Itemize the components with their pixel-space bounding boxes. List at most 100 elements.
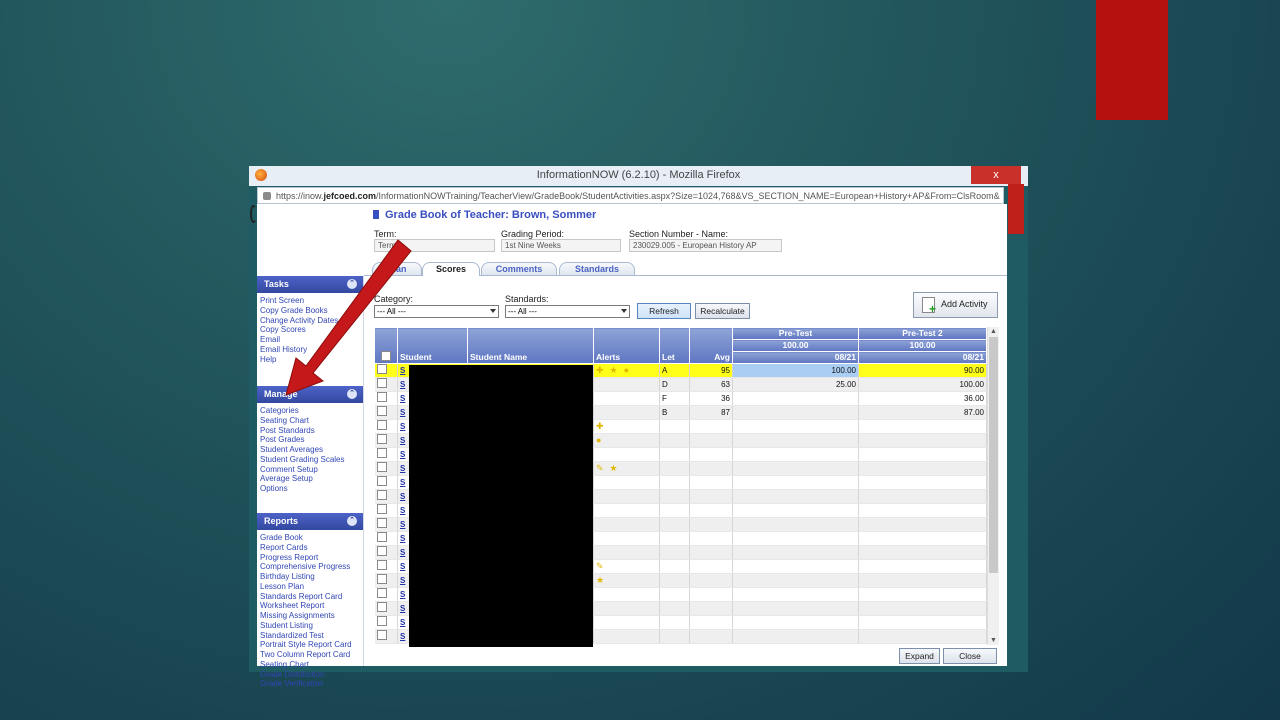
score-cell-pretest[interactable] xyxy=(732,545,859,560)
sidebar-item-grade-book[interactable]: Grade Book xyxy=(260,533,363,543)
score-cell-pretest[interactable]: 25.00 xyxy=(732,377,859,392)
window-close-button[interactable]: x xyxy=(971,166,1021,184)
sidebar-item-student-averages[interactable]: Student Averages xyxy=(260,445,363,455)
score-cell-pretest-2[interactable]: 87.00 xyxy=(858,405,987,420)
score-cell-pretest-2[interactable] xyxy=(858,475,987,490)
row-select-cell[interactable] xyxy=(374,629,398,644)
select-all-checkbox[interactable] xyxy=(381,351,391,361)
row-checkbox[interactable] xyxy=(376,630,387,640)
row-checkbox[interactable] xyxy=(376,378,387,388)
row-select-cell[interactable] xyxy=(374,601,398,616)
score-cell-pretest-2[interactable] xyxy=(858,629,987,644)
score-cell-pretest-2[interactable] xyxy=(858,545,987,560)
row-select-cell[interactable] xyxy=(374,363,398,378)
score-cell-pretest-2[interactable] xyxy=(858,559,987,574)
sidebar-item-progress-report[interactable]: Progress Report xyxy=(260,553,363,563)
pencil-icon[interactable]: ✎ xyxy=(596,462,604,475)
col-avg[interactable]: Avg xyxy=(689,327,733,364)
sidebar-item-worksheet-report[interactable]: Worksheet Report xyxy=(260,601,363,611)
collapse-icon[interactable]: ⌃ xyxy=(347,516,357,526)
score-cell-pretest-2[interactable] xyxy=(858,433,987,448)
standards-select[interactable]: --- All --- xyxy=(505,305,630,318)
sidebar-item-student-grading-scales[interactable]: Student Grading Scales xyxy=(260,455,363,465)
tab-scores[interactable]: Scores xyxy=(422,262,480,276)
score-cell-pretest[interactable] xyxy=(732,601,859,616)
score-cell-pretest[interactable] xyxy=(732,391,859,406)
score-cell-pretest-2[interactable] xyxy=(858,615,987,630)
row-select-cell[interactable] xyxy=(374,405,398,420)
sidebar-item-seating-chart[interactable]: Seating Chart xyxy=(260,660,363,670)
sidebar-item-missing-assignments[interactable]: Missing Assignments xyxy=(260,611,363,621)
sidebar-item-two-column-report-card[interactable]: Two Column Report Card xyxy=(260,650,363,660)
score-cell-pretest-2[interactable] xyxy=(858,587,987,602)
sidebar-item-comment-setup[interactable]: Comment Setup xyxy=(260,465,363,475)
sidebar-item-print-screen[interactable]: Print Screen xyxy=(260,296,363,306)
row-select-cell[interactable] xyxy=(374,447,398,462)
row-checkbox[interactable] xyxy=(376,448,387,458)
scroll-up-icon[interactable]: ▲ xyxy=(988,327,999,336)
score-cell-pretest[interactable] xyxy=(732,573,859,588)
score-cell-pretest[interactable] xyxy=(732,405,859,420)
score-cell-pretest[interactable] xyxy=(732,587,859,602)
score-cell-pretest[interactable]: 100.00 xyxy=(732,363,859,378)
plus-icon[interactable]: ✚ xyxy=(596,420,604,433)
scroll-down-icon[interactable]: ▼ xyxy=(988,636,999,645)
score-cell-pretest-2[interactable]: 90.00 xyxy=(858,363,987,378)
row-select-cell[interactable] xyxy=(374,587,398,602)
row-select-cell[interactable] xyxy=(374,391,398,406)
recalculate-button[interactable]: Recalculate xyxy=(695,303,750,319)
address-bar[interactable]: https://inow.jefcoed.com/InformationNOWT… xyxy=(257,187,1004,204)
row-checkbox[interactable] xyxy=(376,420,387,430)
sidebar-item-copy-grade-books[interactable]: Copy Grade Books xyxy=(260,306,363,316)
row-select-cell[interactable] xyxy=(374,475,398,490)
sidebar-header-tasks[interactable]: Tasks ⌃ xyxy=(257,276,363,293)
row-checkbox[interactable] xyxy=(376,546,387,556)
score-cell-pretest[interactable] xyxy=(732,489,859,504)
sidebar-item-portrait-style-report-card[interactable]: Portrait Style Report Card xyxy=(260,640,363,650)
row-checkbox[interactable] xyxy=(376,602,387,612)
score-cell-pretest-2[interactable] xyxy=(858,489,987,504)
category-select[interactable]: --- All --- xyxy=(374,305,499,318)
sidebar-item-standards-report-card[interactable]: Standards Report Card xyxy=(260,592,363,602)
sidebar-item-birthday-listing[interactable]: Birthday Listing xyxy=(260,572,363,582)
row-select-cell[interactable] xyxy=(374,503,398,518)
score-cell-pretest[interactable] xyxy=(732,503,859,518)
row-select-cell[interactable] xyxy=(374,419,398,434)
bulb-icon[interactable]: ● xyxy=(624,364,629,377)
score-cell-pretest-2[interactable] xyxy=(858,503,987,518)
row-checkbox[interactable] xyxy=(376,616,387,626)
col-let[interactable]: Let xyxy=(659,327,690,364)
score-cell-pretest[interactable] xyxy=(732,475,859,490)
row-checkbox[interactable] xyxy=(376,406,387,416)
sidebar-item-report-cards[interactable]: Report Cards xyxy=(260,543,363,553)
tab-comments[interactable]: Comments xyxy=(481,262,557,275)
sidebar-header-manage[interactable]: Manage ⌃ xyxy=(257,386,363,403)
col-student[interactable]: Student xyxy=(397,327,468,364)
score-cell-pretest-2[interactable] xyxy=(858,601,987,616)
pencil-icon[interactable]: ✎ xyxy=(596,560,604,573)
row-select-cell[interactable] xyxy=(374,517,398,532)
score-cell-pretest-2[interactable]: 36.00 xyxy=(858,391,987,406)
sidebar-item-categories[interactable]: Categories xyxy=(260,406,363,416)
row-select-cell[interactable] xyxy=(374,489,398,504)
row-select-cell[interactable] xyxy=(374,573,398,588)
score-cell-pretest-2[interactable]: 100.00 xyxy=(858,377,987,392)
row-select-cell[interactable] xyxy=(374,461,398,476)
collapse-icon[interactable]: ⌃ xyxy=(347,279,357,289)
plus-icon[interactable]: ✚ xyxy=(596,364,604,377)
score-cell-pretest[interactable] xyxy=(732,517,859,532)
sidebar-item-post-standards[interactable]: Post Standards xyxy=(260,426,363,436)
row-select-cell[interactable] xyxy=(374,531,398,546)
star-icon[interactable]: ★ xyxy=(610,462,618,475)
score-cell-pretest-2[interactable] xyxy=(858,517,987,532)
col-student-name[interactable]: Student Name xyxy=(467,327,594,364)
bulb-icon[interactable]: ● xyxy=(596,434,601,447)
row-checkbox[interactable] xyxy=(376,588,387,598)
row-select-cell[interactable] xyxy=(374,615,398,630)
row-checkbox[interactable] xyxy=(376,518,387,528)
row-select-cell[interactable] xyxy=(374,545,398,560)
sidebar-item-email-history[interactable]: Email History xyxy=(260,345,363,355)
add-activity-button[interactable]: + Add Activity xyxy=(913,292,998,318)
sidebar-item-options[interactable]: Options xyxy=(260,484,363,494)
score-cell-pretest[interactable] xyxy=(732,615,859,630)
